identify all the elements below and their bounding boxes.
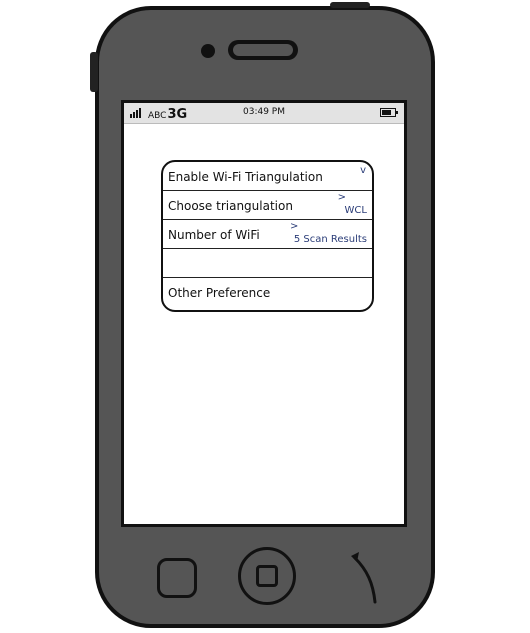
pref-empty-row[interactable]: [163, 249, 372, 278]
pref-label: Number of WiFi: [168, 228, 260, 242]
chevron-right-icon: >: [290, 221, 299, 232]
camera-icon: [201, 44, 215, 58]
pref-value: 5 Scan Results: [293, 234, 367, 245]
status-bar: ABC3G 03:49 PM: [124, 103, 404, 124]
volume-button[interactable]: [90, 52, 98, 92]
chevron-right-icon: >: [337, 192, 346, 203]
pref-choose-triangulation[interactable]: Choose triangulation > WCL: [163, 191, 372, 220]
pref-label: Choose triangulation: [168, 199, 293, 213]
pref-other-preference[interactable]: Other Preference: [163, 278, 372, 310]
clock: 03:49 PM: [243, 107, 285, 117]
home-button-icon[interactable]: [238, 547, 296, 605]
chevron-down-icon: v: [360, 165, 366, 176]
home-square-icon: [256, 565, 278, 587]
pref-label: Other Preference: [168, 286, 271, 300]
power-button[interactable]: [330, 2, 370, 8]
battery-icon: [380, 108, 398, 117]
pref-enable-wifi-triangulation[interactable]: Enable Wi-Fi Triangulation v: [163, 162, 372, 191]
left-hardware-button[interactable]: [157, 558, 197, 598]
back-hook-icon[interactable]: [345, 548, 385, 608]
screen: ABC3G 03:49 PM Enable Wi-Fi Triangulatio…: [121, 100, 407, 527]
pref-number-of-wifi[interactable]: Number of WiFi > 5 Scan Results: [163, 220, 372, 249]
pref-value: WCL: [344, 205, 367, 216]
speaker-icon: [228, 40, 298, 60]
preference-list: Enable Wi-Fi Triangulation v Choose tria…: [161, 160, 374, 312]
pref-label: Enable Wi-Fi Triangulation: [168, 170, 323, 184]
